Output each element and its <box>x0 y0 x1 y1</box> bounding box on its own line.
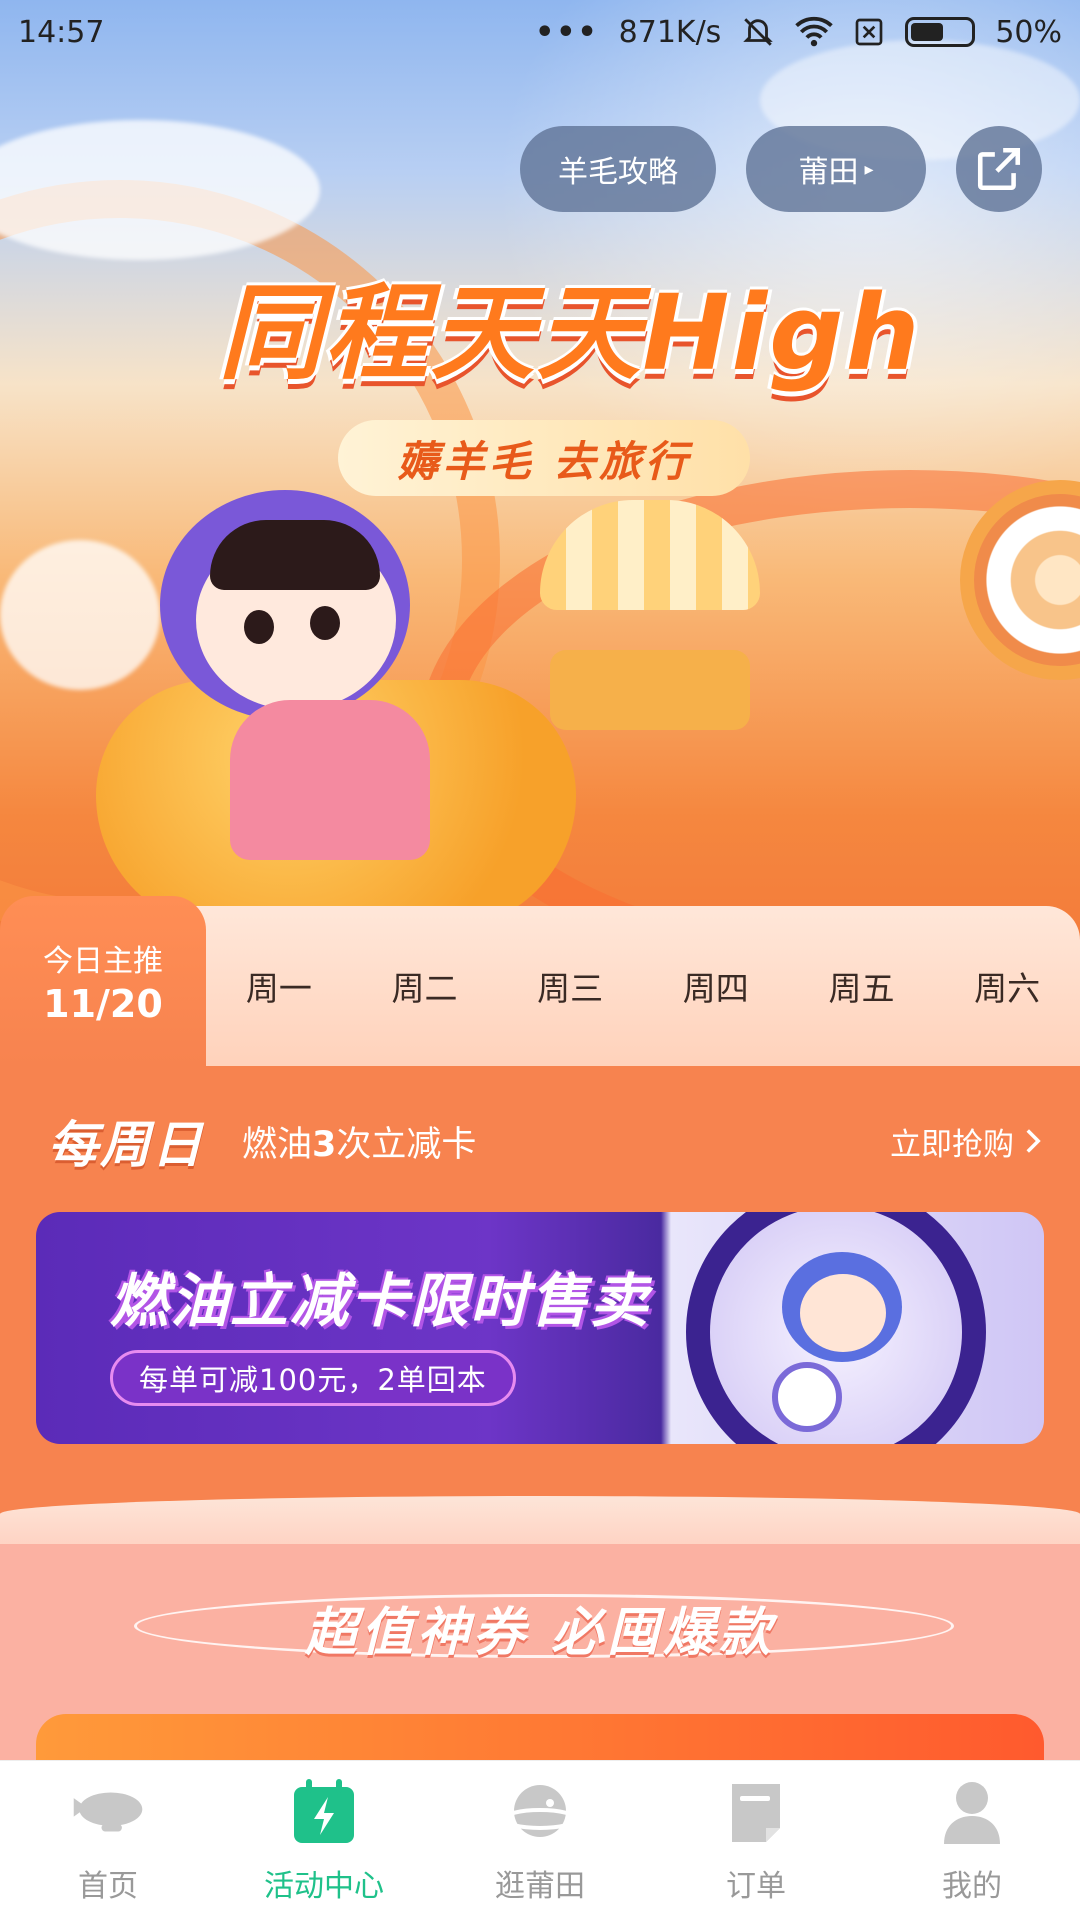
promo-description: 燃油3次立减卡 <box>242 1124 477 1165</box>
tab-monday[interactable]: 周一 <box>246 962 312 1010</box>
fuel-card-title: 燃油立减卡限时售卖 <box>110 1267 651 1335</box>
today-label: 今日主推 <box>43 944 163 979</box>
tab-orders-label: 订单 <box>726 1868 786 1904</box>
tab-orders[interactable]: 订单 <box>648 1761 864 1920</box>
tab-tuesday[interactable]: 周二 <box>391 962 457 1010</box>
day-tabs: 今日主推 11/20 周一 周二 周三 周四 周五 周六 <box>0 896 1080 1066</box>
battery-icon <box>905 17 976 47</box>
battery-percent: 50% <box>995 14 1062 50</box>
promo-section: 每周日 燃油3次立减卡 立即抢购 燃油立减卡限时售卖 每单可减100元，2单回本 <box>0 1066 1080 1536</box>
calendar-bolt-icon <box>286 1777 362 1847</box>
coupon-section-title: 超值神券 必囤爆款 <box>304 1603 776 1663</box>
tab-home-label: 首页 <box>78 1868 138 1904</box>
banner-title: 同程天天High <box>218 272 922 394</box>
city-label: 莆田 <box>798 155 859 190</box>
tab-explore-putian-label: 逛莆田 <box>495 1868 585 1904</box>
more-dots-icon: ••• <box>535 14 599 50</box>
guide-button-label: 羊毛攻略 <box>558 155 678 190</box>
tab-activity-center[interactable]: 活动中心 <box>216 1761 432 1920</box>
decor-cloud <box>0 540 160 690</box>
weekday-tabs: 周一 周二 周三 周四 周五 周六 <box>206 906 1080 1066</box>
clock-icon <box>772 1362 842 1432</box>
tab-friday[interactable]: 周五 <box>828 962 894 1010</box>
hero-banner[interactable]: 14:57 ••• 871K/s 50% 羊毛攻略 莆田 ▸ 同程天天High … <box>0 0 1080 960</box>
banner-subtitle: 薅羊毛 去旅行 <box>338 420 750 496</box>
tab-explore-putian[interactable]: 逛莆田 <box>432 1761 648 1920</box>
buy-now-link[interactable]: 立即抢购 <box>890 1119 1042 1164</box>
tab-thursday[interactable]: 周四 <box>683 962 749 1010</box>
mute-icon <box>743 18 774 46</box>
status-time: 14:57 <box>18 14 105 50</box>
tab-profile-label: 我的 <box>942 1868 1002 1904</box>
status-indicators: ••• 871K/s 50% <box>535 15 1062 50</box>
airship-icon <box>70 1777 146 1847</box>
tab-home[interactable]: 首页 <box>0 1761 216 1920</box>
tab-profile[interactable]: 我的 <box>864 1761 1080 1920</box>
document-icon <box>718 1777 794 1847</box>
chevron-right-icon: ▸ <box>864 158 874 180</box>
mascot-eye <box>244 610 274 644</box>
tab-saturday[interactable]: 周六 <box>974 962 1040 1010</box>
network-speed: 871K/s <box>618 14 722 50</box>
tab-activity-center-label: 活动中心 <box>264 1868 384 1904</box>
today-date: 11/20 <box>43 982 163 1026</box>
mascot-eye <box>310 606 340 640</box>
carousel-illustration <box>540 500 760 730</box>
tab-wednesday[interactable]: 周三 <box>537 962 603 1010</box>
wifi-icon <box>795 16 834 47</box>
coupon-section: 超值神券 必囤爆款 <box>0 1544 1080 1774</box>
buy-now-label: 立即抢购 <box>890 1126 1014 1163</box>
chevron-right-icon <box>1026 1129 1041 1153</box>
planet-icon <box>502 1777 578 1847</box>
fuel-card-subtitle: 每单可减100元，2单回本 <box>110 1350 516 1406</box>
sim-icon <box>855 18 883 46</box>
promo-header: 每周日 燃油3次立减卡 立即抢购 <box>48 1106 1042 1176</box>
user-icon <box>934 1777 1010 1847</box>
share-button[interactable] <box>956 126 1042 212</box>
fuel-card-banner[interactable]: 燃油立减卡限时售卖 每单可减100元，2单回本 <box>36 1212 1044 1444</box>
tab-today[interactable]: 今日主推 11/20 <box>0 896 206 1066</box>
mascot-hair <box>210 520 380 590</box>
city-selector[interactable]: 莆田 ▸ <box>746 126 926 212</box>
guide-button[interactable]: 羊毛攻略 <box>520 126 716 212</box>
bottom-tab-bar: 首页 活动中心 逛莆田 订单 我的 <box>0 1760 1080 1920</box>
share-icon <box>977 147 1021 191</box>
weekday-title: 每周日 <box>48 1116 204 1174</box>
pilot-mascot-face <box>800 1274 886 1352</box>
status-bar: 14:57 ••• 871K/s 50% <box>0 0 1080 64</box>
mascot-body <box>230 700 430 860</box>
top-actions: 羊毛攻略 莆田 ▸ <box>520 126 1042 212</box>
